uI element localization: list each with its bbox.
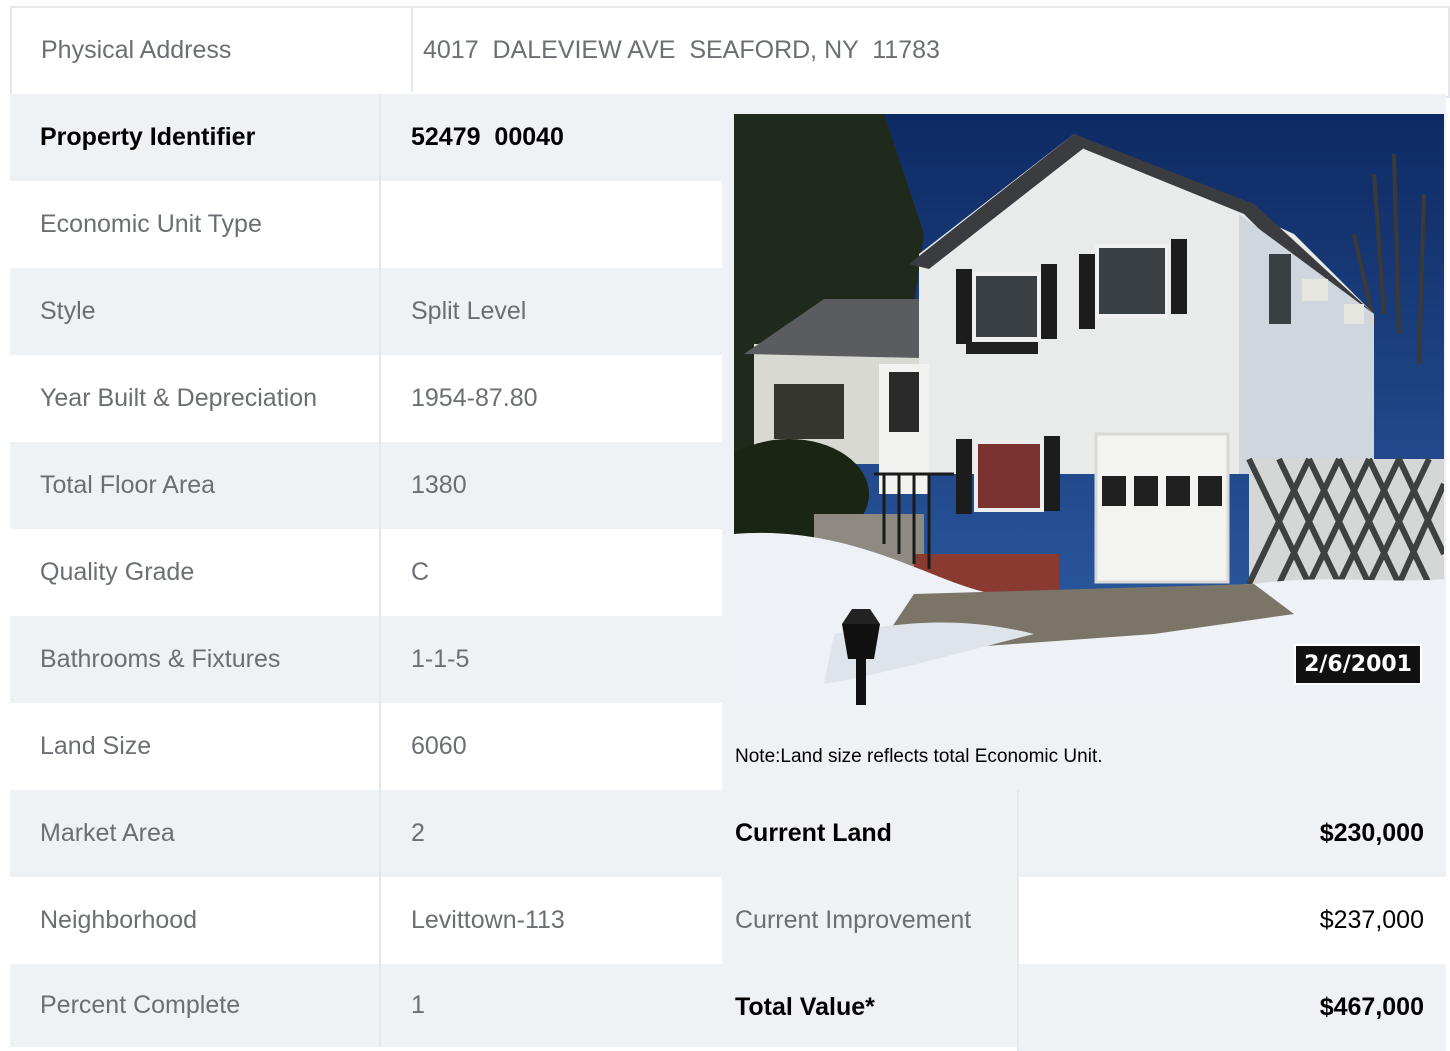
current-land-amount: $230,000	[1017, 790, 1446, 877]
current-land-label: Current Land	[735, 819, 892, 847]
total-value-amount: $467,000	[1017, 964, 1446, 1051]
land-size-note: Note:Land size reflects total Economic U…	[735, 746, 1103, 767]
total-value-label: Total Value*	[735, 993, 875, 1021]
style-label: Style	[10, 268, 381, 355]
year-built-label: Year Built & Depreciation	[10, 355, 381, 442]
bathrooms-row: Bathrooms & Fixtures 1-1-5	[10, 616, 722, 705]
land-size-label: Land Size	[10, 703, 381, 790]
property-identifier-value: 52479 00040	[411, 123, 564, 151]
current-land-row: Current Land $230,000	[722, 790, 1446, 877]
quality-grade-row: Quality Grade C	[10, 529, 722, 618]
economic-unit-type-row: Economic Unit Type	[10, 181, 722, 270]
neighborhood-label: Neighborhood	[10, 877, 381, 964]
neighborhood-row: Neighborhood Levittown-113	[10, 877, 722, 966]
current-improvement-label: Current Improvement	[735, 906, 972, 934]
total-floor-area-label: Total Floor Area	[10, 442, 381, 529]
percent-complete-label: Percent Complete	[10, 964, 381, 1047]
percent-complete-value: 1	[411, 991, 425, 1019]
photo-date-stamp: 2/6/2001	[1294, 644, 1422, 685]
property-identifier-row: Property Identifier 52479 00040	[10, 94, 722, 183]
total-value-row: Total Value* $467,000	[722, 964, 1446, 1051]
property-photo: 2/6/2001	[734, 114, 1444, 705]
economic-unit-type-label: Economic Unit Type	[10, 181, 381, 268]
bathrooms-label: Bathrooms & Fixtures	[10, 616, 381, 703]
property-identifier-label: Property Identifier	[10, 94, 381, 181]
market-area-row: Market Area 2	[10, 790, 722, 879]
total-floor-area-value: 1380	[411, 471, 467, 499]
current-improvement-amount: $237,000	[1017, 877, 1446, 964]
total-floor-area-row: Total Floor Area 1380	[10, 442, 722, 531]
land-size-row: Land Size 6060	[10, 703, 722, 792]
market-area-label: Market Area	[10, 790, 381, 877]
bathrooms-value: 1-1-5	[411, 645, 470, 673]
quality-grade-label: Quality Grade	[10, 529, 381, 616]
property-summary-panel: 2/6/2001 Note:Land size reflects total E…	[722, 94, 1446, 1051]
year-built-row: Year Built & Depreciation 1954-87.80	[10, 355, 722, 444]
address-value: 4017 DALEVIEW AVE SEAFORD, NY 11783	[423, 35, 940, 64]
market-area-value: 2	[411, 819, 425, 847]
current-improvement-row: Current Improvement $237,000	[722, 877, 1446, 964]
address-label: Physical Address	[12, 8, 413, 92]
quality-grade-value: C	[411, 558, 430, 586]
land-size-value: 6060	[411, 732, 467, 760]
neighborhood-value: Levittown-113	[411, 906, 565, 934]
style-row: Style Split Level	[10, 268, 722, 357]
year-built-value: 1954-87.80	[411, 384, 538, 412]
style-value: Split Level	[411, 297, 527, 325]
percent-complete-row: Percent Complete 1	[10, 964, 722, 1047]
address-row: Physical Address 4017 DALEVIEW AVE SEAFO…	[10, 6, 1450, 98]
economic-unit-type-value	[381, 181, 722, 268]
